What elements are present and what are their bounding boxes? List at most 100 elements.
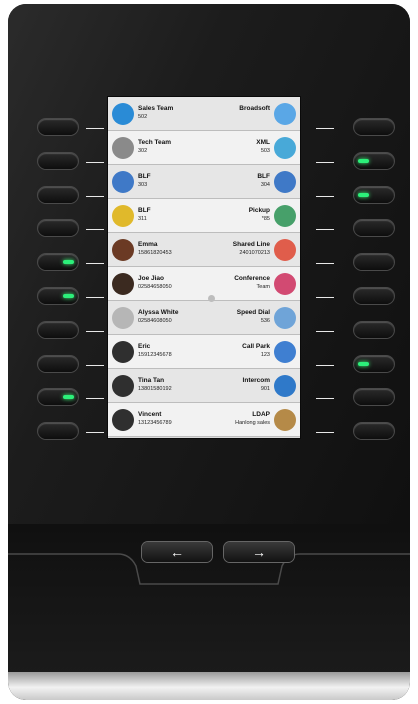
key-connector-line [86,364,104,366]
speed-dial-icon [274,307,296,329]
key-connector-line [316,263,334,265]
key-title: Tina Tan [138,377,165,384]
arrow-right-icon: → [252,544,266,560]
key-title: Emma [138,241,158,248]
led-indicator [358,192,369,197]
left-key-column: Sales Team 502 Tech Team 302 BLF 303 BLF 311 Emm… [108,97,204,438]
arrow-left-icon: ← [170,544,184,560]
right-key-label-2: XML 503 [204,131,300,165]
left-line-key-9[interactable] [38,389,78,406]
key-subtitle: 15912345678 [138,352,172,358]
right-line-key-10[interactable] [354,423,394,440]
intercom-icon [274,375,296,397]
left-line-key-10[interactable] [38,423,78,440]
person-icon [112,205,134,227]
key-title: Tech Team [138,139,171,146]
key-connector-line [86,432,104,434]
phone-icon [112,103,134,125]
led-indicator [63,294,74,298]
person-silhouette-icon [112,409,134,431]
key-connector-line [316,432,334,434]
key-subtitle: 304 [260,182,270,188]
key-subtitle: 123 [260,352,270,358]
left-line-key-3[interactable] [38,186,78,203]
led-indicator [358,158,369,163]
key-title: BLF [138,207,151,214]
key-subtitle: 502 [138,114,148,120]
right-key-label-10: LDAP Hanlong sales [204,403,300,437]
right-line-key-5[interactable] [354,254,394,271]
right-line-key-6[interactable] [354,288,394,304]
xml-icon [274,137,296,159]
left-key-label-4: BLF 311 [108,199,204,233]
key-title: Joe Jiao [138,275,165,282]
page-right-button[interactable]: → [224,542,294,562]
key-subtitle: 503 [260,148,270,154]
key-title: XML [256,139,270,146]
led-indicator [63,260,74,265]
right-line-key-8[interactable] [354,355,394,372]
avatar-icon [112,307,134,329]
right-key-label-7: Speed Dial 536 [204,301,300,335]
right-key-label-5: Shared Line 2401070213 [204,233,300,267]
key-title: Intercom [242,377,270,384]
right-line-key-7[interactable] [354,321,394,338]
key-title: Call Park [242,343,270,350]
key-connector-line [316,161,334,163]
key-connector-line [86,297,104,298]
display-screen: Sales Team 502 Tech Team 302 BLF 303 BLF 311 Emm… [107,96,301,439]
person-icon [274,171,296,193]
right-line-key-1[interactable] [354,119,394,135]
key-subtitle: 02584658050 [138,284,172,290]
left-line-key-8[interactable] [38,355,78,372]
key-subtitle: 2401070213 [239,250,270,256]
left-line-key-7[interactable] [38,321,78,338]
key-title: BLF [257,173,270,180]
key-title: Pickup [248,207,270,214]
key-connector-line [86,229,104,231]
left-line-key-4[interactable] [38,220,78,237]
avatar-icon [112,273,134,295]
right-key-column: Broadsoft XML 503 BLF 304 Pickup *85 Shared Lin… [204,97,300,438]
conference-icon [274,273,296,295]
key-title: Shared Line [232,241,270,248]
key-title: LDAP [252,411,270,418]
key-connector-line [86,161,104,163]
key-subtitle: 901 [260,386,270,392]
key-title: Broadsoft [239,105,270,112]
left-line-key-1[interactable] [38,119,78,135]
left-line-key-5[interactable] [38,254,78,271]
key-connector-line [316,229,334,231]
broadsoft-icon [274,103,296,125]
right-line-key-4[interactable] [354,220,394,237]
pickup-icon [274,205,296,227]
left-line-key-2[interactable] [38,152,78,169]
right-line-key-2[interactable] [354,152,394,169]
left-key-label-6: Joe Jiao 02584658050 [108,267,204,301]
shared-line-icon [274,239,296,261]
key-connector-line [86,263,104,265]
person-silhouette-icon [112,375,134,397]
avatar-icon [112,239,134,261]
page-indicator-dot [208,295,215,302]
right-key-label-9: Intercom 901 [204,369,300,403]
right-key-label-6: Conference Team [204,267,300,301]
key-title: BLF [138,173,151,180]
key-connector-line [316,364,334,366]
key-subtitle: Team [256,284,270,290]
key-connector-line [86,128,104,129]
key-subtitle: 13123456789 [138,420,172,426]
key-subtitle: 303 [138,182,148,188]
left-key-label-1: Sales Team 502 [108,97,204,131]
page-left-button[interactable]: ← [142,542,212,562]
key-title: Speed Dial [236,309,270,316]
right-line-key-3[interactable] [354,186,394,203]
right-key-label-1: Broadsoft [204,97,300,131]
key-title: Eric [138,343,151,350]
right-line-key-9[interactable] [354,389,394,406]
key-title: Vincent [138,411,162,418]
person-icon [112,171,134,193]
key-subtitle: Hanlong sales [235,420,270,426]
left-line-key-6[interactable] [38,288,78,304]
key-subtitle: 302 [138,148,148,154]
